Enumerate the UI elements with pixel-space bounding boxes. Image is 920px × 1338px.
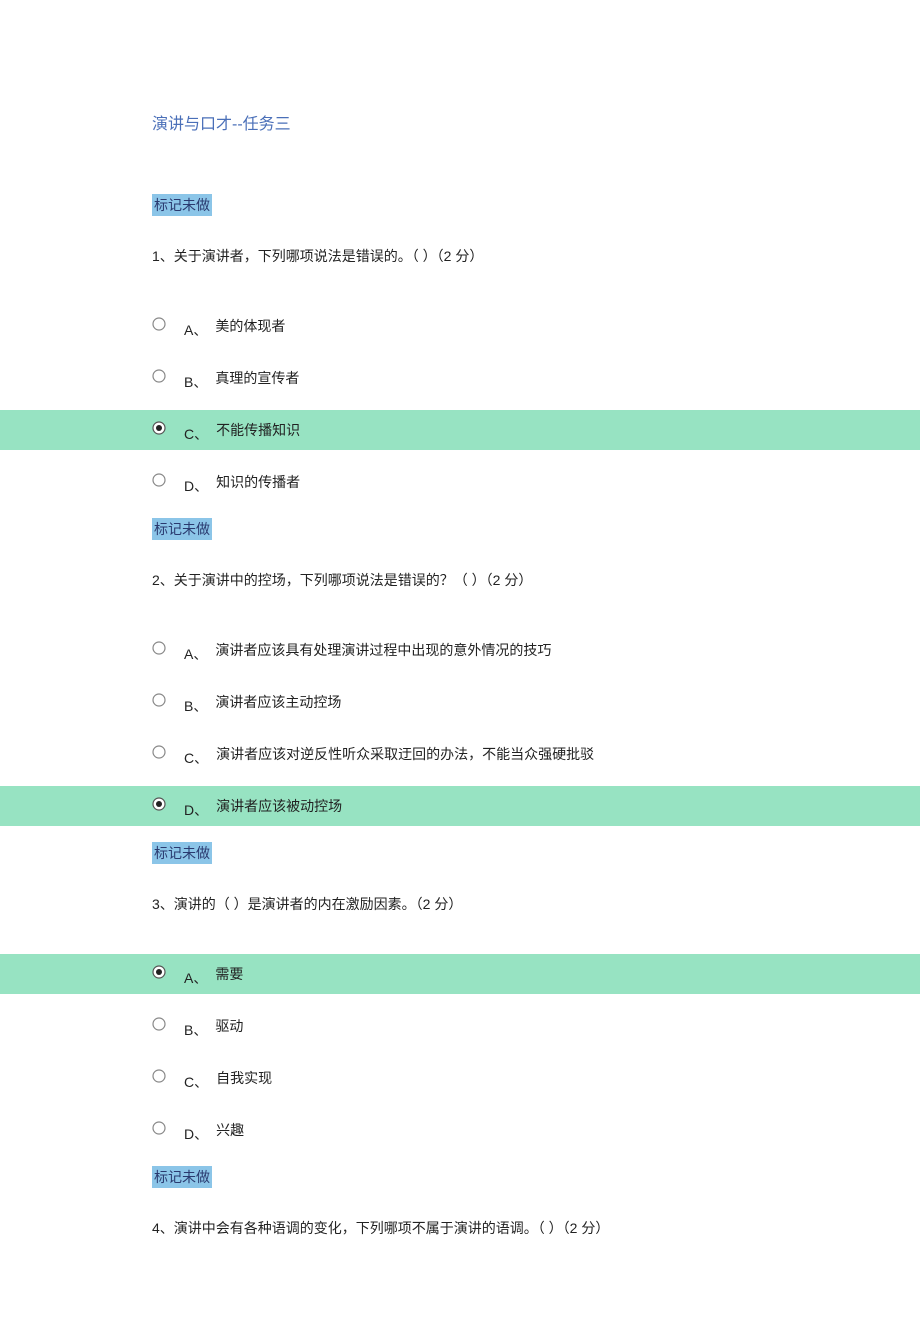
option-letter: A、 bbox=[184, 320, 207, 340]
question-block: 2、关于演讲中的控场，下列哪项说法是错误的？（ ）（2 分） A、演讲者应该具有处… bbox=[152, 570, 890, 826]
options-block: A、演讲者应该具有处理演讲过程中出现的意外情况的技巧B、演讲者应该主动控场C、演… bbox=[147, 630, 890, 826]
option-letter: C、 bbox=[184, 424, 208, 444]
option-letter: D、 bbox=[184, 1124, 208, 1144]
option-text: 兴趣 bbox=[216, 1120, 244, 1140]
option-text: 真理的宣传者 bbox=[215, 368, 299, 388]
question-text: 3、演讲的（ ）是演讲者的内在激励因素。（2 分） bbox=[152, 894, 890, 914]
option-letter: A、 bbox=[184, 968, 207, 988]
marker-undone[interactable]: 标记未做 bbox=[152, 194, 212, 216]
option-letter: C、 bbox=[184, 748, 208, 768]
option-letter: D、 bbox=[184, 800, 208, 820]
option-row[interactable]: D、知识的传播者 bbox=[147, 462, 890, 502]
options-block: A、需要 B、驱动 C、自我实现 D、兴趣 bbox=[147, 954, 890, 1150]
radio-selected-icon[interactable] bbox=[152, 421, 166, 435]
option-letter: C、 bbox=[184, 1072, 208, 1092]
option-text: 演讲者应该对逆反性听众采取迂回的办法，不能当众强硬批驳 bbox=[216, 744, 594, 764]
question-text: 4、演讲中会有各种语调的变化，下列哪项不属于演讲的语调。（ ）（2 分） bbox=[152, 1218, 890, 1238]
radio-selected-icon[interactable] bbox=[152, 965, 166, 979]
option-text: 知识的传播者 bbox=[216, 472, 300, 492]
page-title: 演讲与口才--任务三 bbox=[0, 110, 920, 134]
option-text: 美的体现者 bbox=[215, 316, 285, 336]
option-letter: B、 bbox=[184, 372, 207, 392]
marker-undone[interactable]: 标记未做 bbox=[152, 518, 212, 540]
option-text: 自我实现 bbox=[216, 1068, 272, 1088]
marker-undone[interactable]: 标记未做 bbox=[152, 842, 212, 864]
option-row[interactable]: B、真理的宣传者 bbox=[147, 358, 890, 398]
option-text: 演讲者应该被动控场 bbox=[216, 796, 342, 816]
radio-unselected-icon[interactable] bbox=[152, 1069, 166, 1083]
options-block: A、美的体现者 B、真理的宣传者 C、不能传播知识 D、知识的传播者 bbox=[147, 306, 890, 502]
option-text: 不能传播知识 bbox=[216, 420, 300, 440]
question-text: 2、关于演讲中的控场，下列哪项说法是错误的？（ ）（2 分） bbox=[152, 570, 890, 590]
option-text: 驱动 bbox=[215, 1016, 243, 1036]
radio-unselected-icon[interactable] bbox=[152, 1017, 166, 1031]
radio-unselected-icon[interactable] bbox=[152, 369, 166, 383]
radio-unselected-icon[interactable] bbox=[152, 693, 166, 707]
radio-unselected-icon[interactable] bbox=[152, 317, 166, 331]
option-row[interactable]: B、驱动 bbox=[147, 1006, 890, 1046]
option-row[interactable]: A、美的体现者 bbox=[147, 306, 890, 346]
option-letter: A、 bbox=[184, 644, 207, 664]
question-block: 4、演讲中会有各种语调的变化，下列哪项不属于演讲的语调。（ ）（2 分） bbox=[152, 1218, 890, 1238]
option-row[interactable]: D、演讲者应该被动控场 bbox=[0, 786, 920, 826]
radio-selected-icon[interactable] bbox=[152, 797, 166, 811]
marker-undone[interactable]: 标记未做 bbox=[152, 1166, 212, 1188]
option-row[interactable]: C、演讲者应该对逆反性听众采取迂回的办法，不能当众强硬批驳 bbox=[147, 734, 890, 774]
content-area: 标记未做1、关于演讲者，下列哪项说法是错误的。（ ）（2 分）A、美的体现者B、… bbox=[0, 174, 920, 1238]
option-row[interactable]: C、自我实现 bbox=[147, 1058, 890, 1098]
option-row[interactable]: A、需要 bbox=[0, 954, 920, 994]
radio-unselected-icon[interactable] bbox=[152, 473, 166, 487]
option-row[interactable]: C、不能传播知识 bbox=[0, 410, 920, 450]
option-row[interactable]: A、演讲者应该具有处理演讲过程中出现的意外情况的技巧 bbox=[147, 630, 890, 670]
option-letter: B、 bbox=[184, 1020, 207, 1040]
question-text: 1、关于演讲者，下列哪项说法是错误的。（ ）（2 分） bbox=[152, 246, 890, 266]
radio-unselected-icon[interactable] bbox=[152, 641, 166, 655]
option-row[interactable]: B、演讲者应该主动控场 bbox=[147, 682, 890, 722]
option-letter: D、 bbox=[184, 476, 208, 496]
question-block: 3、演讲的（ ）是演讲者的内在激励因素。（2 分） A、需要 B、驱动 C、自我实现 D… bbox=[152, 894, 890, 1150]
radio-unselected-icon[interactable] bbox=[152, 745, 166, 759]
option-row[interactable]: D、兴趣 bbox=[147, 1110, 890, 1150]
option-letter: B、 bbox=[184, 696, 207, 716]
radio-unselected-icon[interactable] bbox=[152, 1121, 166, 1135]
option-text: 演讲者应该具有处理演讲过程中出现的意外情况的技巧 bbox=[215, 640, 551, 660]
option-text: 演讲者应该主动控场 bbox=[215, 692, 341, 712]
option-text: 需要 bbox=[215, 964, 243, 984]
question-block: 1、关于演讲者，下列哪项说法是错误的。（ ）（2 分） A、美的体现者 B、真理的宣… bbox=[152, 246, 890, 502]
